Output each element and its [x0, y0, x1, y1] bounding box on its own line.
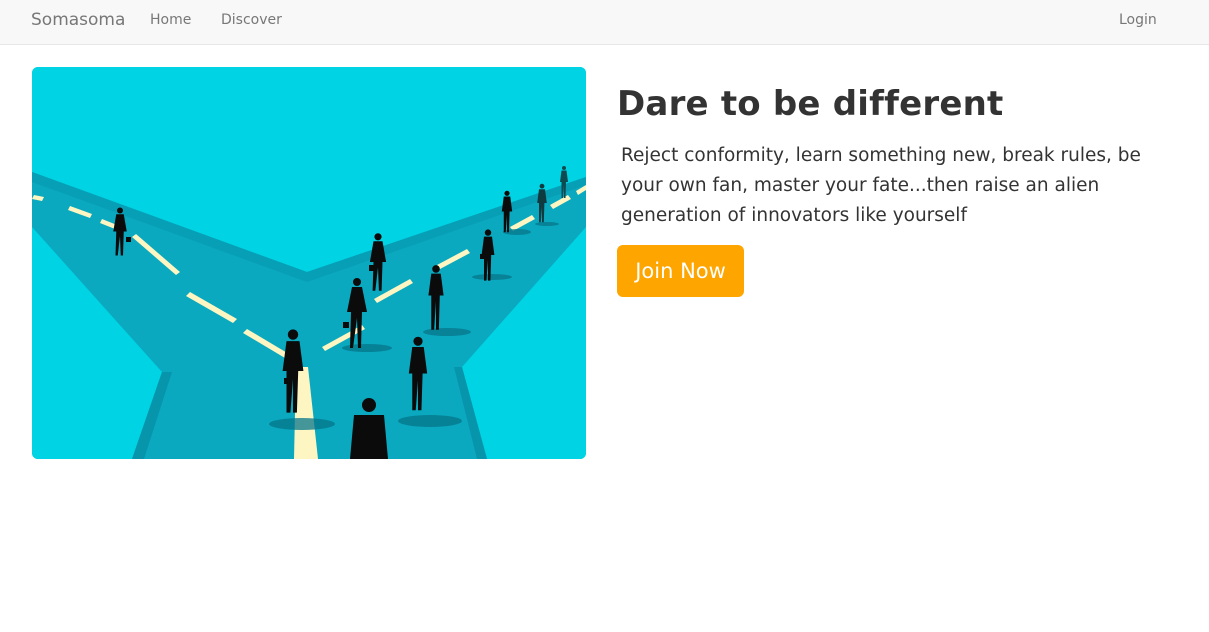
nav-link-login[interactable]: Login [1119, 12, 1157, 28]
nav-link-home[interactable]: Home [150, 12, 191, 28]
crossroads-illustration [32, 67, 586, 459]
hero-headline: Dare to be different [617, 84, 1004, 124]
join-now-button[interactable]: Join Now [617, 245, 744, 297]
nav-link-discover[interactable]: Discover [221, 12, 282, 28]
brand-logo-link[interactable]: Somasoma [31, 10, 125, 30]
top-navbar: Somasoma Home Discover Login [0, 0, 1209, 45]
hero-tagline: Reject conformity, learn something new, … [621, 145, 1141, 226]
